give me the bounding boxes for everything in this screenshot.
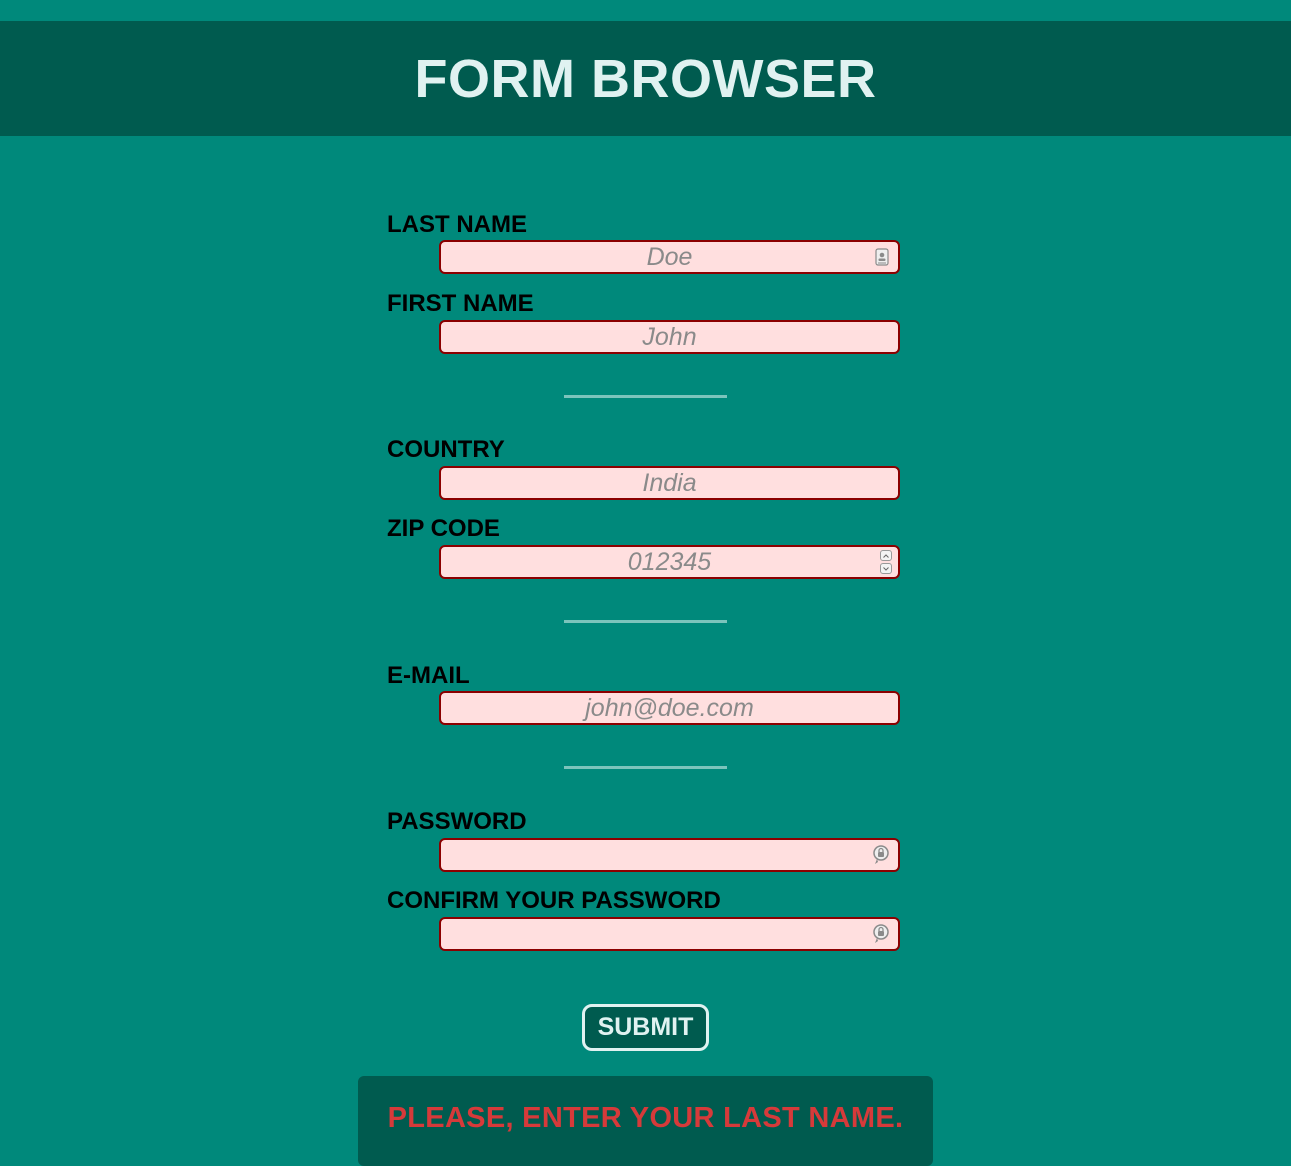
- country-field[interactable]: India: [439, 466, 900, 500]
- zip-code-field[interactable]: 012345: [439, 545, 900, 579]
- first-name-label: FIRST NAME: [387, 290, 534, 317]
- password-key-icon[interactable]: [873, 924, 889, 944]
- email-placeholder: john@doe.com: [585, 693, 754, 722]
- contact-card-icon[interactable]: [875, 248, 889, 266]
- confirm-password-label: CONFIRM YOUR PASSWORD: [387, 887, 721, 914]
- confirm-password-placeholder: [441, 919, 898, 949]
- section-divider: [564, 395, 727, 398]
- first-name-placeholder: John: [642, 322, 697, 351]
- last-name-placeholder: Doe: [646, 242, 693, 271]
- submit-button[interactable]: SUBMIT: [582, 1004, 709, 1051]
- confirm-password-field[interactable]: [439, 917, 900, 951]
- spinner-down-icon[interactable]: [880, 563, 892, 574]
- last-name-label: LAST NAME: [387, 211, 527, 238]
- zip-code-label: ZIP CODE: [387, 515, 500, 542]
- last-name-field[interactable]: Doe: [439, 240, 900, 274]
- country-label: COUNTRY: [387, 436, 505, 463]
- email-field[interactable]: john@doe.com: [439, 691, 900, 725]
- email-label: E-MAIL: [387, 662, 470, 689]
- password-placeholder: [441, 840, 898, 870]
- section-divider: [564, 766, 727, 769]
- password-field[interactable]: [439, 838, 900, 872]
- error-message: PLEASE, ENTER YOUR LAST NAME.: [387, 1102, 904, 1134]
- password-label: PASSWORD: [387, 808, 527, 835]
- error-message-box: PLEASE, ENTER YOUR LAST NAME.: [358, 1076, 933, 1166]
- password-key-icon[interactable]: [873, 845, 889, 865]
- section-divider: [564, 620, 727, 623]
- first-name-field[interactable]: John: [439, 320, 900, 354]
- spinner-up-icon[interactable]: [880, 550, 892, 561]
- number-spinner-icon[interactable]: [880, 550, 892, 574]
- country-placeholder: India: [642, 468, 697, 497]
- zip-code-placeholder: 012345: [627, 547, 712, 576]
- signup-form: LAST NAME Doe FIRST NAME John COUNTRY In…: [0, 0, 1291, 1166]
